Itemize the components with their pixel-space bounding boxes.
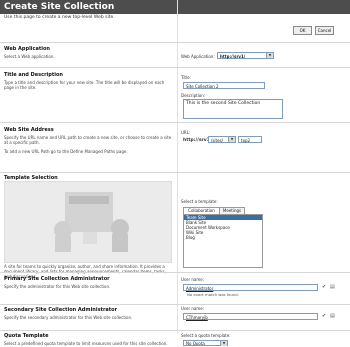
description-label: Description: — [181, 93, 206, 98]
path-select[interactable]: /sites/ ▼ — [208, 136, 236, 143]
quota-section: Quota Template Select a predefined quota… — [4, 333, 174, 346]
no-match-message: No exact match was found. — [187, 292, 239, 297]
list-item[interactable]: Blog — [184, 235, 262, 240]
url-label: URL: — [181, 130, 191, 135]
section-divider — [0, 330, 350, 331]
primary-user-label: User name: — [181, 277, 205, 282]
address-book-icon[interactable]: ▤ — [330, 284, 335, 290]
web-application-select[interactable]: http://srv1/ ▼ — [217, 52, 274, 59]
web-application-desc: Select a Web application. — [4, 54, 55, 59]
secondary-user-label: User name: — [181, 306, 205, 311]
path-value: /sites/ — [211, 138, 224, 143]
check-names-icon[interactable]: ✔ — [322, 313, 327, 319]
secondary-admin-desc: Specify the secondary administrator for … — [4, 315, 133, 320]
web-site-address-desc2: To add a new URL Path go to the Define M… — [4, 149, 128, 154]
check-names-icon[interactable]: ✔ — [322, 284, 327, 290]
template-preview-image — [4, 181, 172, 263]
section-divider — [0, 42, 350, 43]
url-prefix: http://srv1 — [183, 138, 210, 143]
chevron-down-icon[interactable]: ▼ — [220, 341, 227, 346]
description-textarea[interactable]: This is the second Site Collection — [183, 99, 283, 119]
section-divider — [0, 272, 350, 273]
secondary-admin-heading: Secondary Site Collection Administrator — [4, 307, 118, 313]
section-divider — [0, 67, 350, 68]
web-application-value: http://srv1/ — [220, 54, 246, 59]
web-application-section: Web Application Select a Web application… — [4, 46, 174, 59]
primary-admin-desc: Specify the administrator for this Web s… — [4, 284, 111, 289]
web-site-address-section: Web Site Address Specify the URL name an… — [4, 127, 174, 154]
secondary-admin-input[interactable]: CTI\maryjb — [183, 313, 318, 320]
primary-admin-input[interactable]: Administrator — [183, 284, 318, 291]
address-book-icon[interactable]: ▤ — [330, 313, 335, 319]
quota-select[interactable]: No Quota ▼ — [183, 340, 228, 346]
section-divider — [0, 122, 350, 123]
quota-value: No Quota — [186, 341, 205, 346]
chevron-down-icon[interactable]: ▼ — [266, 53, 273, 58]
url-name-input[interactable]: top2 — [238, 136, 262, 143]
title-description-desc: Type a title and description for your ne… — [4, 80, 165, 90]
web-application-heading: Web Application — [4, 46, 50, 52]
title-description-section: Title and Description Type a title and d… — [4, 72, 174, 90]
page-title: Create Site Collection — [4, 2, 115, 12]
web-site-address-heading: Web Site Address — [4, 127, 54, 133]
section-divider — [0, 304, 350, 305]
page-subtitle: Use this page to create a new top-level … — [4, 15, 115, 20]
section-divider — [0, 172, 350, 173]
primary-admin-heading: Primary Site Collection Administrator — [4, 276, 110, 282]
primary-admin-section: Primary Site Collection Administrator Sp… — [4, 276, 174, 289]
title-label: Title: — [181, 75, 191, 80]
template-illustration-icon — [54, 192, 129, 252]
chevron-down-icon[interactable]: ▼ — [228, 137, 235, 142]
quota-heading: Quota Template — [4, 333, 49, 339]
select-template-label: Select a template: — [181, 199, 218, 204]
secondary-admin-section: Secondary Site Collection Administrator … — [4, 307, 174, 320]
web-site-address-desc: Specify the URL name and URL path to cre… — [4, 135, 172, 145]
title-description-heading: Title and Description — [4, 72, 63, 78]
template-list[interactable]: Team Site Blank Site Document Workspace … — [183, 214, 263, 268]
quota-select-label: Select a quota template: — [181, 333, 231, 338]
title-input[interactable]: Site Collection 2 — [183, 82, 265, 89]
web-application-label: Web Application: — [181, 54, 215, 59]
quota-desc: Select a predefined quota template to li… — [4, 341, 168, 346]
